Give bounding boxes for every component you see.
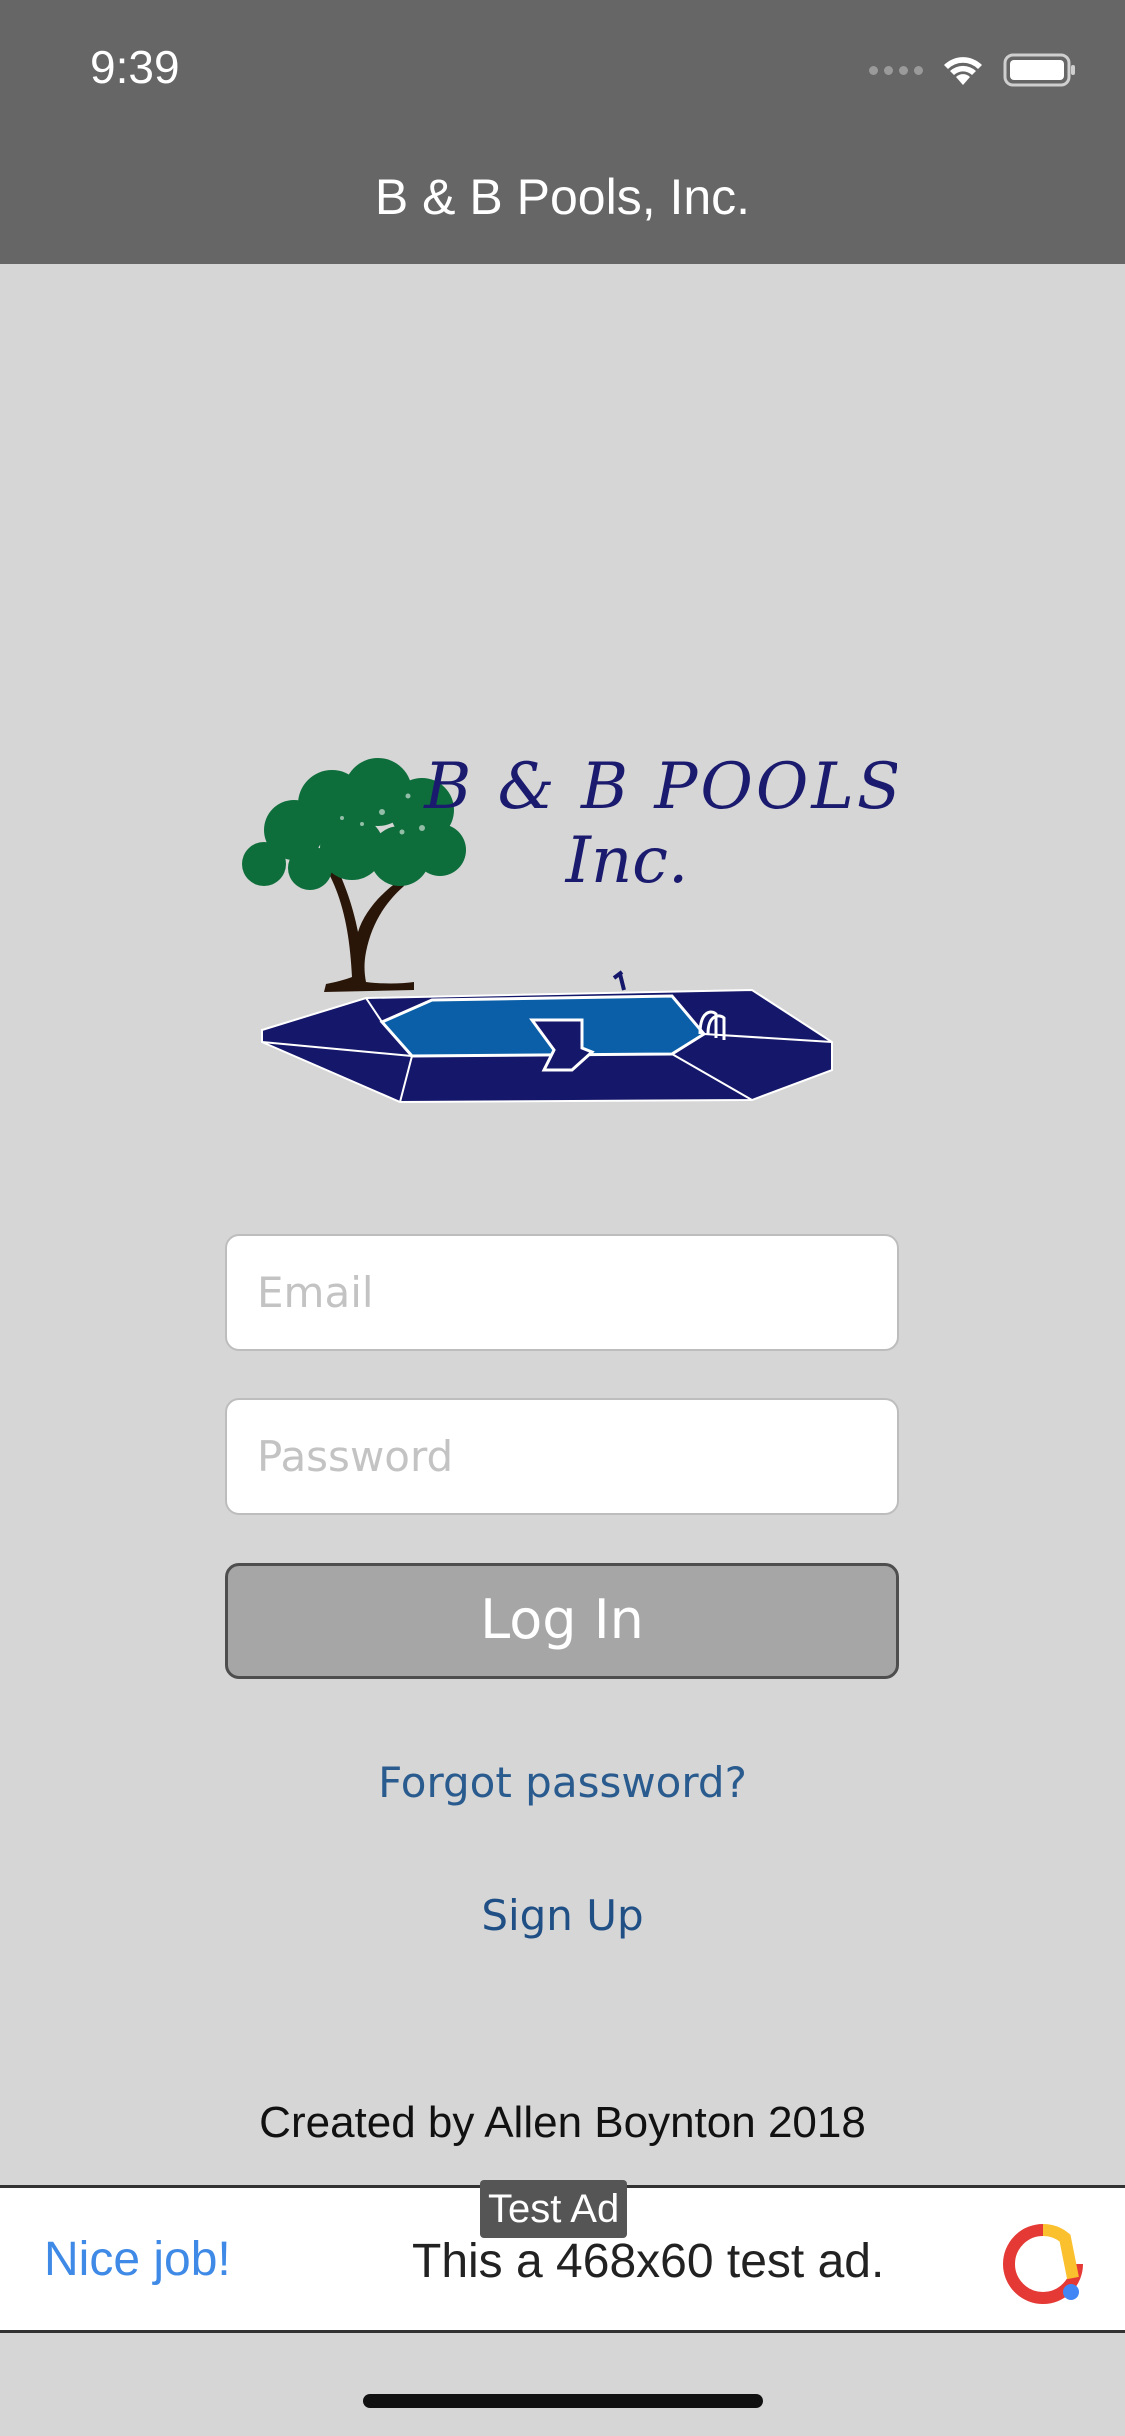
home-indicator[interactable] — [363, 2394, 763, 2408]
ad-text[interactable]: This a 468x60 test ad. — [412, 2234, 884, 2289]
credit-text: Created by Allen Boynton 2018 — [259, 2098, 866, 2147]
ad-banner[interactable]: Nice job! This a 468x60 test ad. Test Ad — [0, 2180, 1125, 2333]
password-field[interactable] — [225, 1398, 899, 1515]
status-indicators — [869, 48, 1077, 92]
company-logo: B & B POOLS Inc. — [242, 752, 897, 1104]
status-time: 9:39 — [90, 41, 180, 93]
navigation-bar: 9:39 B & B Pools, Inc. — [0, 0, 1125, 264]
email-field[interactable] — [225, 1234, 899, 1351]
ad-headline[interactable]: Nice job! — [44, 2232, 231, 2287]
cellular-signal-icon — [869, 65, 923, 75]
login-button[interactable]: Log In — [225, 1563, 899, 1679]
battery-icon — [1003, 53, 1075, 87]
forgot-password-link[interactable]: Forgot password? — [0, 1758, 1125, 1807]
logo-subtitle: Inc. — [565, 824, 689, 898]
logo-wordmark: B & B POOLS — [423, 752, 897, 824]
sign-up-link[interactable]: Sign Up — [0, 1891, 1125, 1940]
page-title: B & B Pools, Inc. — [374, 169, 751, 225]
test-ad-badge: Test Ad — [480, 2180, 628, 2238]
wifi-icon — [944, 57, 982, 85]
ad-choices-icon[interactable] — [1003, 2224, 1083, 2304]
